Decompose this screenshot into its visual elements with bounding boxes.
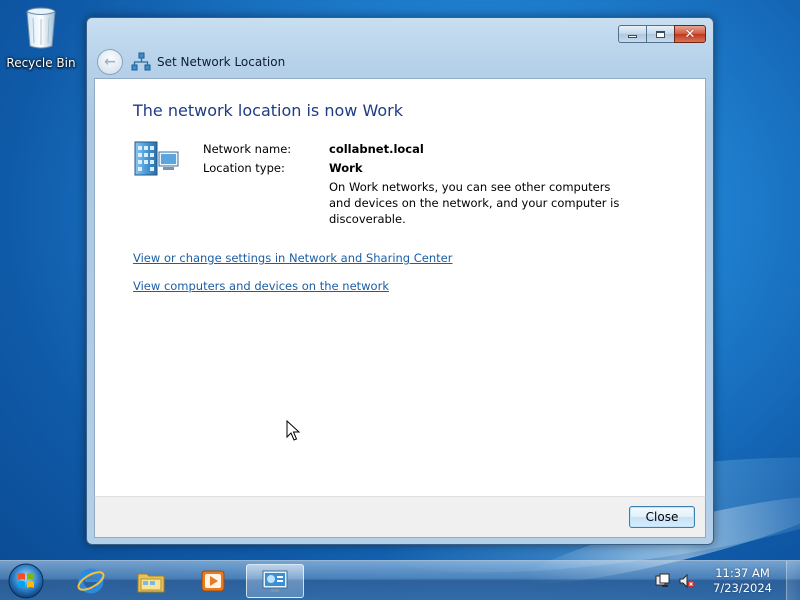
location-description: On Work networks, you can see other comp… (329, 180, 620, 226)
close-icon: ✕ (684, 26, 696, 42)
volume-muted-icon[interactable] (679, 573, 695, 589)
maximize-button[interactable] (646, 25, 674, 43)
network-icon (131, 52, 151, 71)
minimize-button[interactable] (618, 25, 646, 43)
system-tray: 11:37 AM 7/23/2024 (655, 561, 800, 600)
clock-date: 7/23/2024 (713, 581, 772, 595)
nav-bar: ← Set Network Location (97, 48, 285, 76)
taskbar-network-location[interactable] (246, 564, 304, 598)
location-type-row: Location type: Work (203, 158, 629, 177)
action-center-icon[interactable] (655, 573, 671, 589)
internet-explorer-icon (77, 568, 105, 594)
taskbar-windows-explorer[interactable] (122, 564, 180, 598)
back-arrow-icon: ← (104, 53, 116, 70)
recycle-bin-icon (24, 6, 58, 50)
recycle-bin-label: Recycle Bin (6, 56, 76, 70)
start-orb-icon (8, 563, 44, 599)
minimize-icon (628, 35, 637, 38)
network-name-row: Network name: collabnet.local (203, 139, 629, 158)
taskbar-internet-explorer[interactable] (62, 564, 120, 598)
taskbar-media-player[interactable] (184, 564, 242, 598)
dialog-footer: Close (94, 496, 706, 538)
view-computers-link[interactable]: View computers and devices on the networ… (133, 279, 389, 293)
location-type-value: Work (329, 160, 363, 175)
close-button[interactable]: Close (629, 506, 695, 528)
show-desktop-button[interactable] (786, 561, 800, 600)
window-title: Set Network Location (157, 55, 286, 69)
caption-buttons: ✕ (618, 25, 706, 43)
location-type-label: Location type: (203, 160, 285, 175)
start-button[interactable] (6, 562, 46, 600)
window-close-button[interactable]: ✕ (674, 25, 706, 43)
network-info: Network name: collabnet.local Location t… (203, 139, 629, 227)
back-button[interactable]: ← (97, 49, 123, 75)
page-title: The network location is now Work (133, 101, 403, 120)
content-pane: The network location is now Work Network… (94, 78, 706, 496)
media-player-icon (201, 570, 225, 592)
mouse-cursor-icon (286, 420, 300, 441)
work-network-icon (134, 141, 179, 176)
network-name-value: collabnet.local (329, 141, 424, 156)
network-name-label: Network name: (203, 141, 292, 156)
clock-time: 11:37 AM (715, 566, 770, 580)
taskbar: 11:37 AM 7/23/2024 (0, 560, 800, 600)
network-sharing-center-link[interactable]: View or change settings in Network and S… (133, 251, 452, 265)
desktop-icon-recycle-bin[interactable]: Recycle Bin (6, 6, 76, 70)
network-location-icon (262, 570, 288, 592)
set-network-location-window: ✕ ← Set Network Location The network loc… (86, 17, 714, 545)
maximize-icon (656, 30, 665, 38)
windows-explorer-icon (137, 573, 165, 593)
clock[interactable]: 11:37 AM 7/23/2024 (713, 566, 772, 596)
